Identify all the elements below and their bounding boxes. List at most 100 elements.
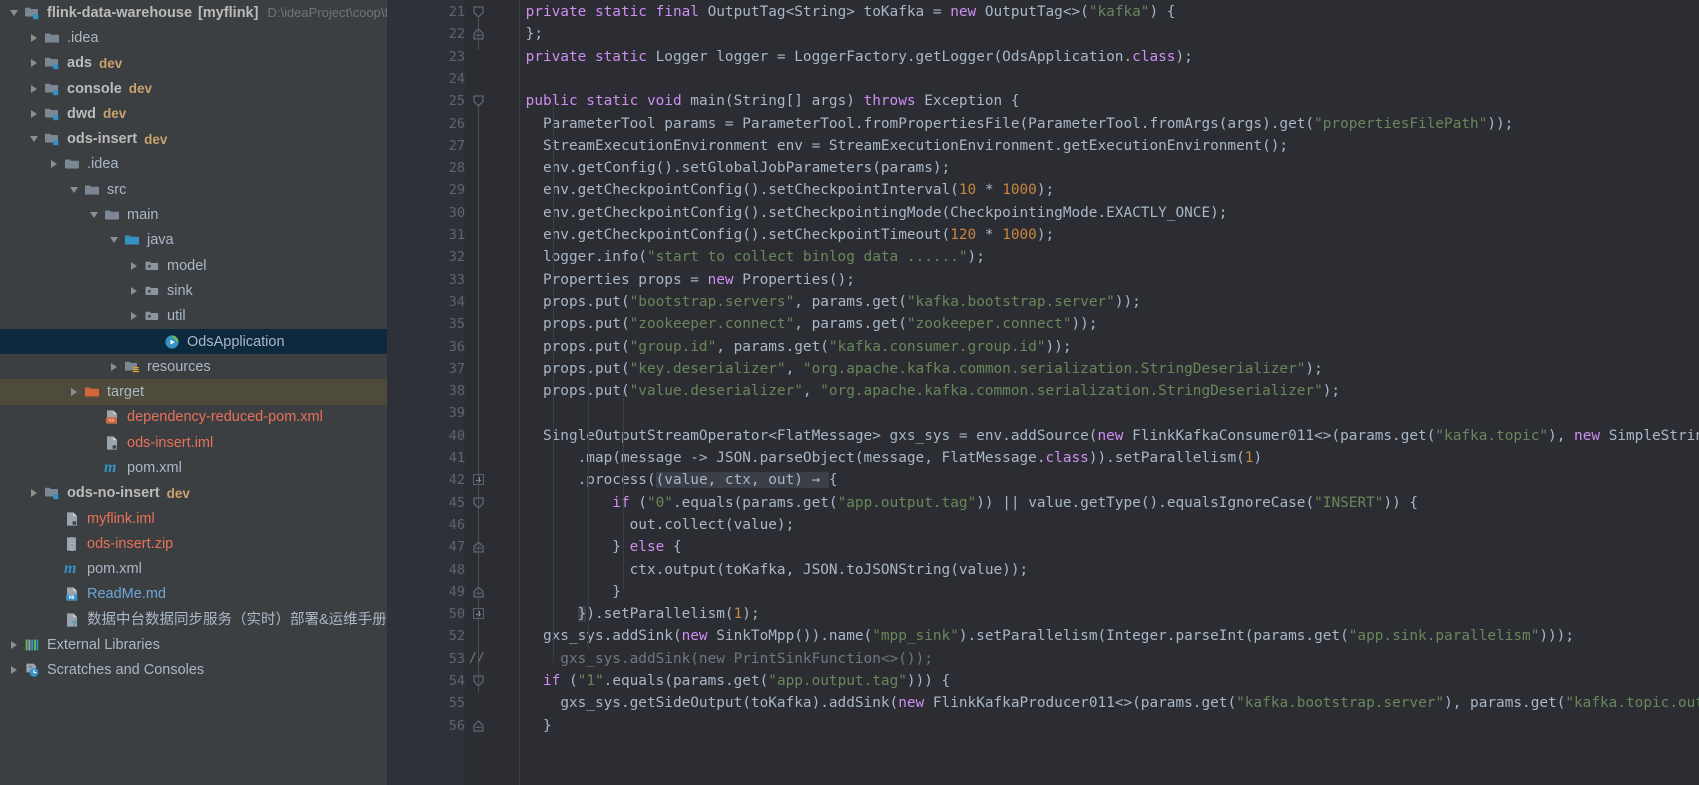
chevron-right-icon[interactable] [26, 485, 42, 501]
chevron-right-icon[interactable] [126, 283, 142, 299]
chevron-right-icon[interactable] [126, 258, 142, 274]
tree-item-root-pom[interactable]: m pom.xml [0, 557, 387, 582]
tree-item-sink[interactable]: sink [0, 278, 387, 303]
chevron-right-icon[interactable] [6, 637, 22, 653]
chevron-down-icon[interactable] [106, 232, 122, 248]
tree-item-myflink-iml[interactable]: myflink.iml [0, 506, 387, 531]
code-line[interactable]: logger.info("start to collect binlog dat… [491, 246, 985, 268]
code-line[interactable]: private static Logger logger = LoggerFac… [491, 46, 1193, 68]
chevron-right-icon[interactable] [126, 308, 142, 324]
chevron-down-icon[interactable] [66, 182, 82, 198]
project-tree-panel[interactable]: flink-data-warehouse [myflink] D:\ideaProj… [0, 0, 387, 785]
tree-item-dependency-reduced-pom[interactable]: <> dependency-reduced-pom.xml [0, 405, 387, 430]
module-branch-badge: dev [166, 485, 190, 501]
line-number: 40 [448, 427, 465, 444]
code-line[interactable]: } [491, 715, 552, 737]
tree-item-target[interactable]: target [0, 379, 387, 405]
tree-item-OdsApplication[interactable]: OdsApplication [0, 328, 387, 355]
tree-item-ads[interactable]: ads dev [0, 51, 387, 76]
code-line[interactable]: props.put("bootstrap.servers", params.ge… [491, 291, 1141, 313]
tree-item-dwd[interactable]: dwd dev [0, 101, 387, 126]
line-number: 25 [448, 93, 465, 110]
code-line[interactable]: ParameterTool params = ParameterTool.fro… [491, 113, 1513, 135]
tree-item-resources[interactable]: resources [0, 354, 387, 379]
module-folder-icon [24, 5, 42, 21]
tree-item-label: 数据中台数据同步服务（实时）部署&运维手册.docx [87, 611, 387, 628]
code-line[interactable]: public static void main(String[] args) t… [491, 90, 1020, 112]
tree-item-ods-insert-zip[interactable]: ods-insert.zip [0, 531, 387, 556]
code-line[interactable]: props.put("zookeeper.connect", params.ge… [491, 313, 1098, 335]
fold-arrow-down-icon[interactable] [473, 94, 484, 107]
tree-item-label: External Libraries [47, 637, 160, 654]
tree-item-label: Scratches and Consoles [47, 662, 205, 679]
code-line[interactable] [491, 68, 526, 90]
chevron-right-icon[interactable] [6, 662, 22, 678]
code-line[interactable]: env.getCheckpointConfig().setCheckpointT… [491, 224, 1054, 246]
tree-item-ods-insert-idea[interactable]: .idea [0, 152, 387, 177]
code-line[interactable]: env.getConfig().setGlobalJobParameters(p… [491, 157, 950, 179]
tree-item-model[interactable]: model [0, 253, 387, 278]
tree-item-label: pom.xml [87, 561, 142, 578]
tree-item-ods-insert[interactable]: ods-insert dev [0, 126, 387, 151]
code-line[interactable]: .map(message -> JSON.parseObject(message… [491, 447, 1262, 469]
code-editor[interactable]: 21 22 23 24 25 26 27 28 29 30 31 32 33 34 35 36 37 38 39 40… [387, 0, 1699, 785]
svg-text:MD: MD [69, 596, 75, 602]
tree-item-readme[interactable]: MD ReadMe.md [0, 582, 387, 607]
module-folder-icon [44, 485, 62, 501]
chevron-down-icon[interactable] [6, 5, 22, 21]
code-line[interactable]: }).setParallelism(1); [491, 603, 760, 625]
code-line[interactable]: StreamExecutionEnvironment env = StreamE… [491, 135, 1288, 157]
tree-item-ods-insert-iml[interactable]: ods-insert.iml [0, 430, 387, 455]
code-line[interactable]: gxs_sys.addSink(new SinkToMpp()).name("m… [491, 625, 1574, 647]
code-line[interactable]: .process((value, ctx, out) → { [491, 469, 838, 491]
tree-item-idea-root[interactable]: .idea [0, 25, 387, 50]
code-line[interactable]: props.put("group.id", params.get("kafka.… [491, 336, 1072, 358]
tree-item-util[interactable]: util [0, 304, 387, 329]
code-line[interactable]: gxs_sys.getSideOutput(toKafka).addSink(n… [491, 692, 1699, 714]
tree-item-scratches[interactable]: >_ Scratches and Consoles [0, 658, 387, 683]
code-line[interactable]: out.collect(value); [491, 514, 795, 536]
editor-code-area[interactable]: private static final OutputTag<String> t… [491, 0, 1699, 785]
tree-item-ods-no-insert[interactable]: ods-no-insert dev [0, 481, 387, 506]
code-line[interactable]: Properties props = new Properties(); [491, 269, 855, 291]
code-line[interactable]: env.getCheckpointConfig().setCheckpointi… [491, 202, 1227, 224]
code-line[interactable]: ctx.output(toKafka, JSON.toJSONString(va… [491, 559, 1029, 581]
chevron-down-icon[interactable] [26, 131, 42, 147]
tree-item-java[interactable]: java [0, 228, 387, 253]
chevron-right-icon[interactable] [66, 384, 82, 400]
chevron-right-icon[interactable] [26, 81, 42, 97]
code-line[interactable]: SingleOutputStreamOperator<FlatMessage> … [491, 425, 1699, 447]
editor-fold-strip[interactable]: // [465, 0, 491, 785]
tree-item-src[interactable]: src [0, 177, 387, 202]
tree-item-docx[interactable]: ? 数据中台数据同步服务（实时）部署&运维手册.docx [0, 607, 387, 632]
code-line[interactable]: if ("1".equals(params.get("app.output.ta… [491, 670, 950, 692]
code-line[interactable]: private static final OutputTag<String> t… [491, 1, 1176, 23]
chevron-right-icon[interactable] [26, 106, 42, 122]
code-line[interactable]: if ("0".equals(params.get("app.output.ta… [491, 492, 1418, 514]
code-line[interactable]: env.getCheckpointConfig().setCheckpointI… [491, 179, 1054, 201]
code-line[interactable] [491, 402, 543, 424]
code-line[interactable]: gxs_sys.addSink(new PrintSinkFunction<>(… [491, 648, 933, 670]
module-branch-badge: dev [144, 131, 168, 147]
tree-item-label: util [167, 308, 186, 325]
editor-gutter[interactable]: 21 22 23 24 25 26 27 28 29 30 31 32 33 34 35 36 37 38 39 40… [387, 0, 465, 785]
code-line[interactable]: } [491, 581, 621, 603]
chevron-right-icon[interactable] [106, 359, 122, 375]
line-number: 30 [448, 204, 465, 221]
code-line[interactable]: }; [491, 23, 543, 45]
code-line[interactable]: props.put("value.deserializer", "org.apa… [491, 380, 1340, 402]
tree-item-label: src [107, 181, 127, 198]
chevron-right-icon[interactable] [46, 156, 62, 172]
fold-arrow-up-icon[interactable] [473, 719, 484, 732]
line-number: 39 [448, 405, 465, 422]
code-line[interactable]: props.put("key.deserializer", "org.apach… [491, 358, 1323, 380]
tree-item-ods-insert-pom[interactable]: m pom.xml [0, 455, 387, 480]
iml-file-icon [104, 435, 122, 451]
chevron-right-icon[interactable] [26, 55, 42, 71]
chevron-down-icon[interactable] [86, 207, 102, 223]
tree-item-main[interactable]: main [0, 202, 387, 227]
chevron-right-icon[interactable] [26, 30, 42, 46]
tree-item-external-libraries[interactable]: External Libraries [0, 632, 387, 657]
tree-item-flink-data-warehouse[interactable]: flink-data-warehouse [myflink] D:\ideaProj… [0, 0, 387, 25]
tree-item-console[interactable]: console dev [0, 76, 387, 101]
